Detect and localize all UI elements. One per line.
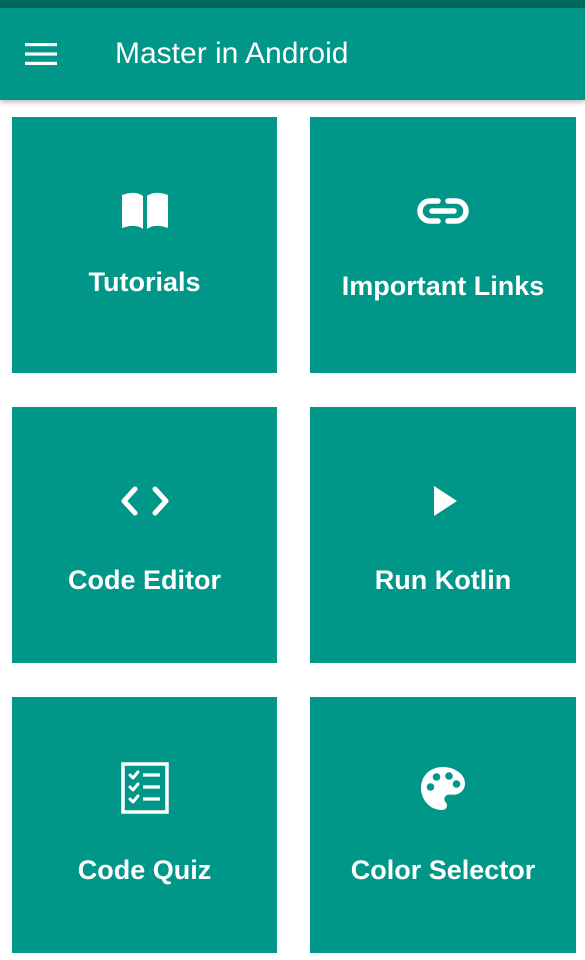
run-kotlin-tile[interactable]: Run Kotlin xyxy=(310,407,576,663)
palette-icon xyxy=(421,767,465,810)
code-quiz-tile[interactable]: Code Quiz xyxy=(12,697,277,953)
tile-label: Code Quiz xyxy=(77,855,212,885)
book-icon xyxy=(121,192,168,229)
tile-label: Run Kotlin xyxy=(374,565,512,595)
important-links-tile[interactable]: Important Links xyxy=(310,117,576,373)
menu-button[interactable] xyxy=(18,34,64,74)
code-icon xyxy=(121,486,168,516)
app-title: Master in Android xyxy=(115,37,349,70)
tutorials-tile[interactable]: Tutorials xyxy=(12,117,277,373)
play-icon xyxy=(434,486,457,516)
color-selector-tile[interactable]: Color Selector xyxy=(310,697,576,953)
link-icon xyxy=(417,198,469,224)
tile-label: Code Editor xyxy=(68,565,221,595)
hamburger-menu-icon xyxy=(25,43,57,65)
tile-label: Tutorials xyxy=(88,267,201,297)
feature-grid: Tutorials Important Links Code Editor Ru… xyxy=(0,0,585,960)
checklist-icon xyxy=(120,762,169,814)
tile-label: Color Selector xyxy=(350,855,536,885)
code-editor-tile[interactable]: Code Editor xyxy=(12,407,277,663)
app-bar: Master in Android xyxy=(0,8,585,100)
tile-label: Important Links xyxy=(341,271,545,301)
